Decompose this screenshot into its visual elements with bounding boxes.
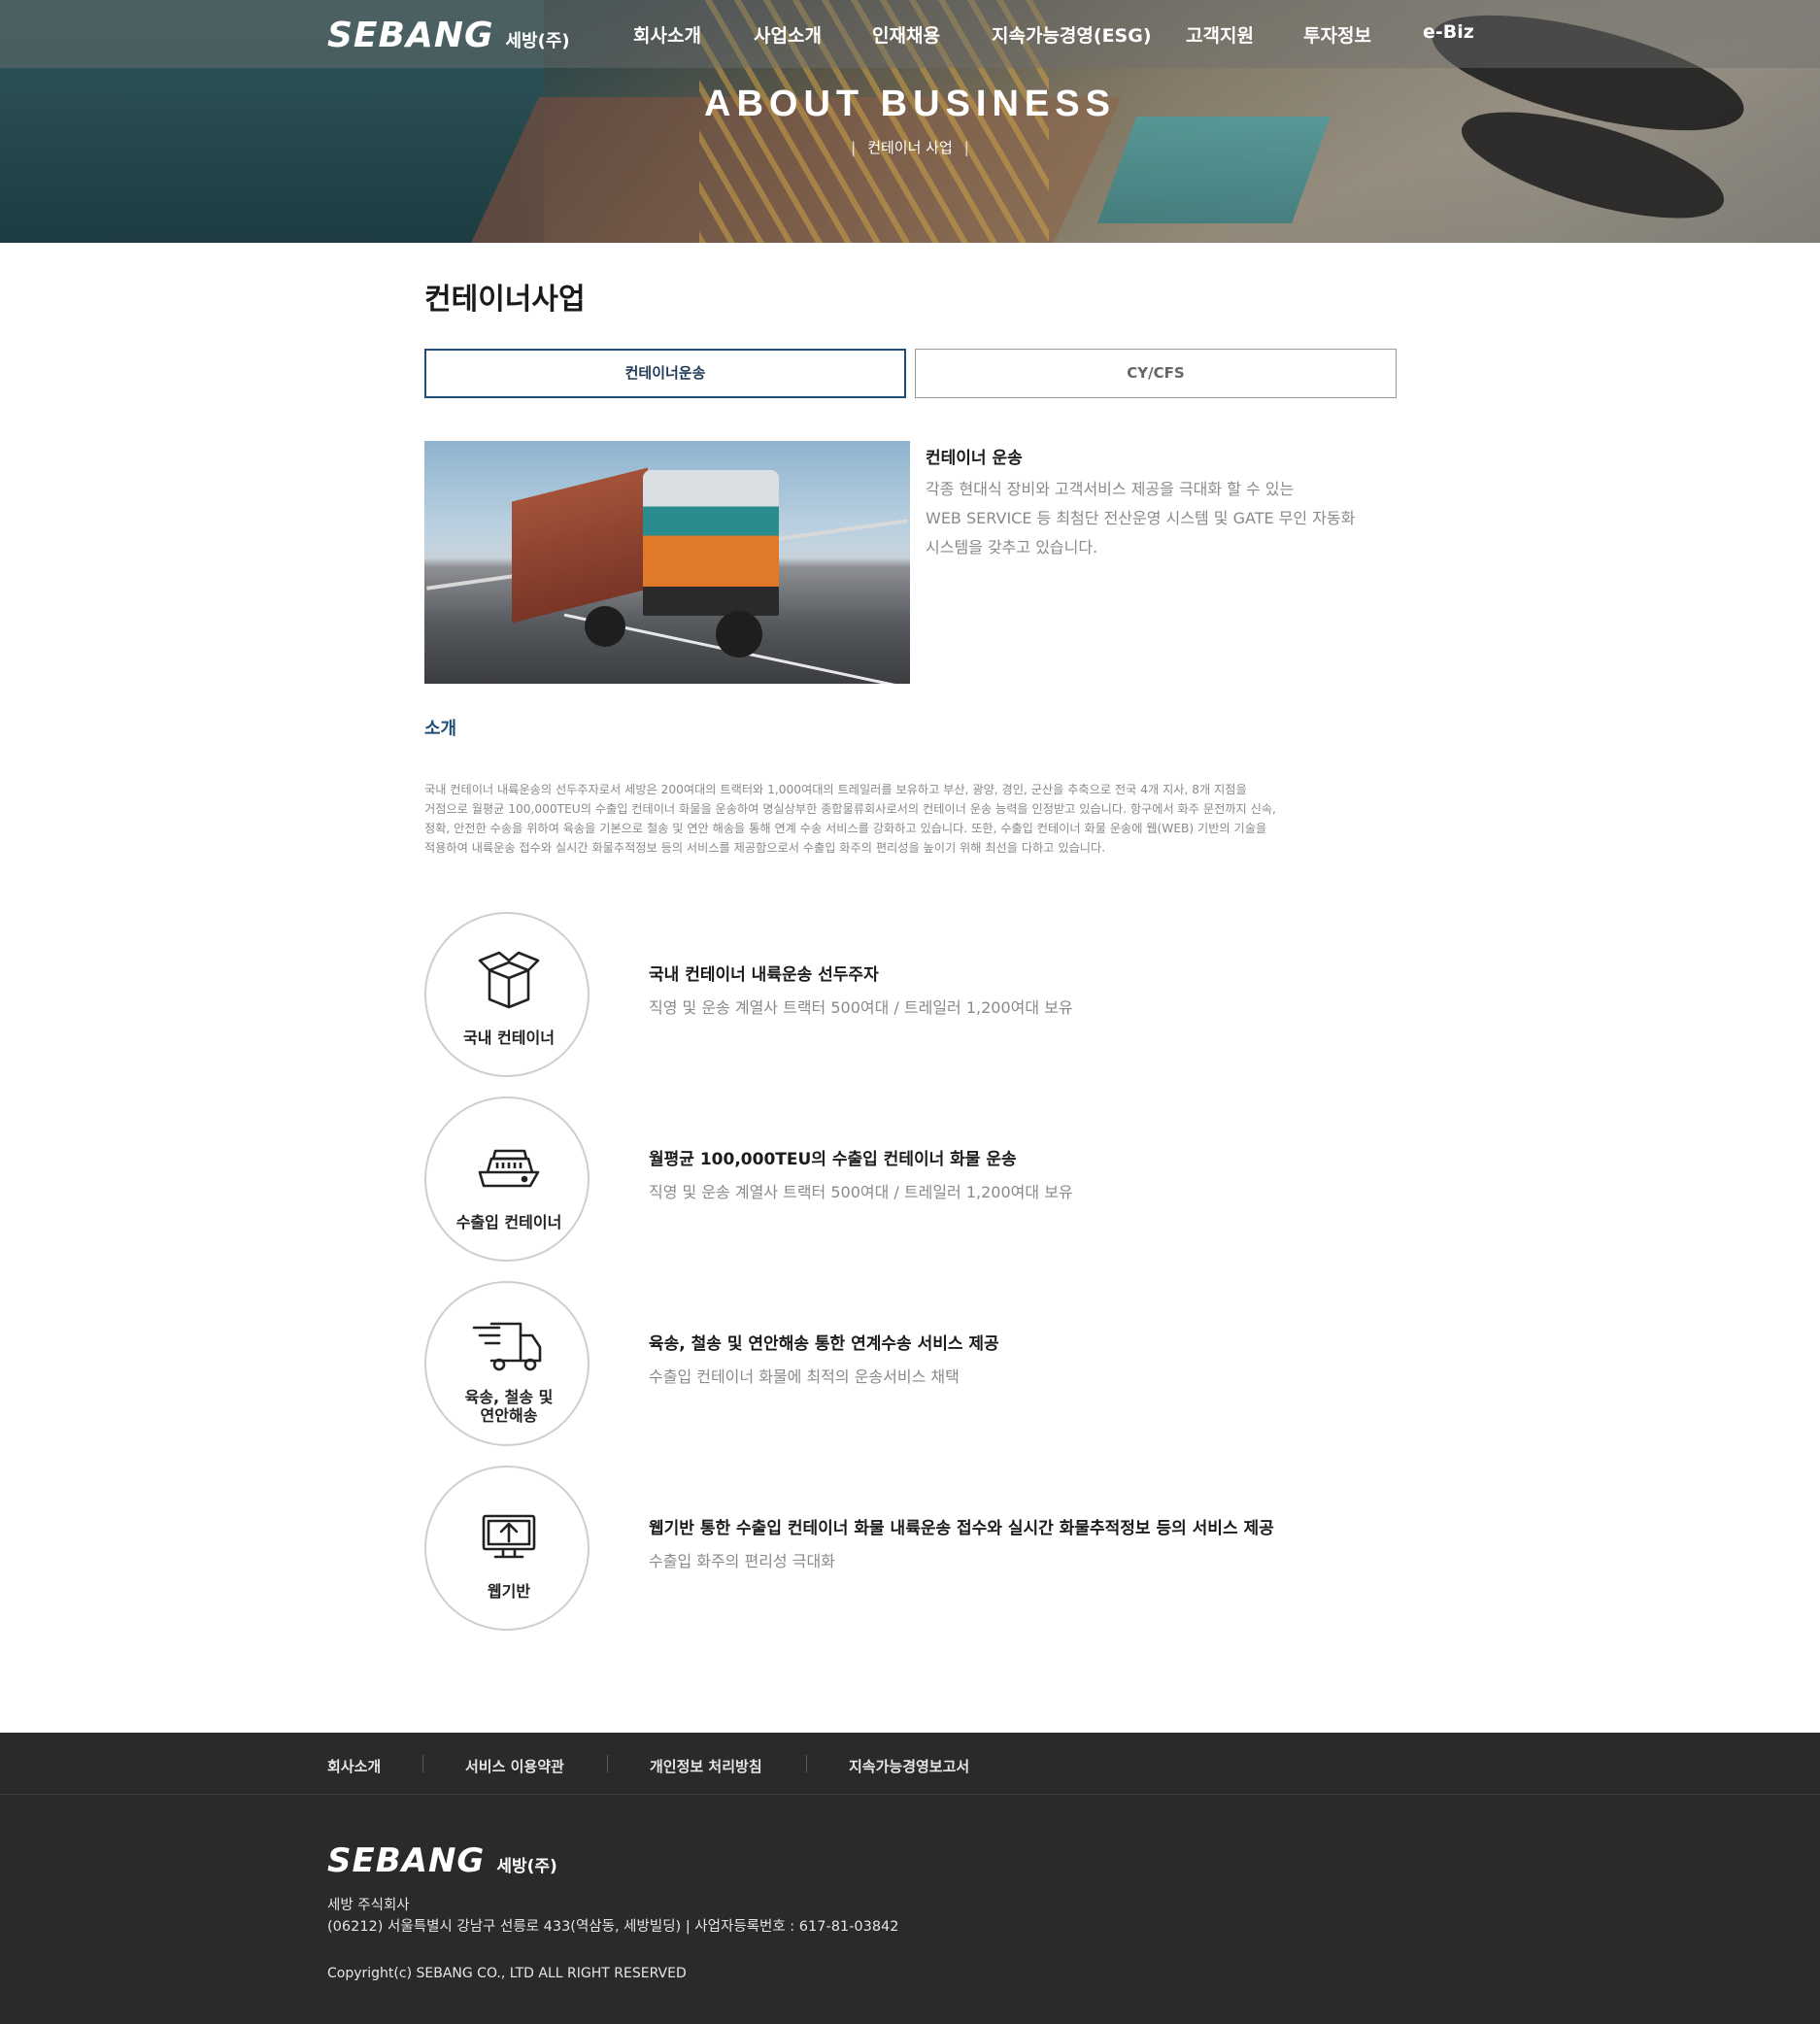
feature-circle: 수출입 컨테이너 [424, 1096, 590, 1262]
section-line: 정확, 안전한 수송을 위하여 육송을 기본으로 철송 및 연안 해송을 통해 … [424, 822, 1267, 835]
footer-link-divider [422, 1755, 423, 1772]
photo-truck-cab [643, 470, 779, 616]
intro-heading: 컨테이너 운송 [926, 449, 1023, 468]
feature-label: 육송, 철송 및 연안해송 [426, 1388, 591, 1425]
tab-container-transport[interactable]: 컨테이너운송 [424, 349, 906, 398]
hero-title: ABOUT BUSINESS [704, 84, 1116, 124]
footer-link-terms[interactable]: 서비스 이용약관 [465, 1756, 564, 1776]
section-line: 국내 컨테이너 내륙운송의 선두주자로서 세방은 200여대의 트랙터와 1,0… [424, 783, 1247, 796]
feature-item: 육송, 철송 및 연안해송 육송, 철송 및 연안해송 통한 연계수송 서비스 … [424, 1281, 1493, 1448]
feature-item: 웹기반 웹기반 통한 수출입 컨테이너 화물 내륙운송 접수와 실시간 화물추적… [424, 1466, 1493, 1633]
section-line: 거점으로 월평균 100,000TEU의 수출입 컨테이너 화물을 운송하여 명… [424, 802, 1276, 816]
section-heading: 소개 [424, 719, 457, 739]
logo-subtitle: 세방(주) [496, 1857, 557, 1876]
footer-address-block: 세방 주식회사 (06212) 서울특별시 강남구 선릉로 433(역삼동, 세… [327, 1895, 899, 1938]
feature-label-line: 연안해송 [480, 1406, 538, 1425]
main-nav: 회사소개 사업소개 인재채용 지속가능경영(ESG) 고객지원 투자정보 e-B… [0, 21, 1820, 51]
nav-item-esg[interactable]: 지속가능경영(ESG) [992, 21, 1152, 48]
hero-subtitle: 컨테이너 사업 [867, 139, 953, 156]
monitor-upload-icon [482, 1514, 536, 1559]
footer-link-privacy[interactable]: 개인정보 처리방침 [650, 1756, 762, 1776]
feature-item: 수출입 컨테이너 월평균 100,000TEU의 수출입 컨테이너 화물 운송 … [424, 1096, 1493, 1264]
feature-desc: 직영 및 운송 계열사 트랙터 500여대 / 트레일러 1,200여대 보유 [649, 1183, 1073, 1201]
breadcrumb-divider: | [851, 139, 857, 156]
nav-item-company[interactable]: 회사소개 [633, 21, 701, 48]
footer-company-name: 세방 주식회사 [327, 1898, 410, 1913]
feature-title: 월평균 100,000TEU의 수출입 컨테이너 화물 운송 [649, 1150, 1017, 1169]
feature-circle: 육송, 철송 및 연안해송 [424, 1281, 590, 1446]
box-icon [478, 951, 540, 1009]
footer-link-divider [607, 1755, 608, 1772]
footer-address: (06212) 서울특별시 강남구 선릉로 433(역삼동, 세방빌딩) | 사… [327, 1919, 899, 1935]
tab-cy-cfs[interactable]: CY/CFS [915, 349, 1397, 398]
footer-logo: SEBANG 세방(주) [327, 1841, 557, 1880]
feature-label: 수출입 컨테이너 [455, 1213, 562, 1231]
photo-wheel [716, 611, 762, 658]
intro-text: 각종 현대식 장비와 고객서비스 제공을 극대화 할 수 있는 WEB SERV… [926, 475, 1392, 562]
footer-link-company[interactable]: 회사소개 [327, 1756, 381, 1776]
intro-line: 각종 현대식 장비와 고객서비스 제공을 극대화 할 수 있는 [926, 480, 1295, 498]
feature-desc: 직영 및 운송 계열사 트랙터 500여대 / 트레일러 1,200여대 보유 [649, 998, 1073, 1017]
feature-item: 국내 컨테이너 국내 컨테이너 내륙운송 선두주자 직영 및 운송 계열사 트랙… [424, 912, 1493, 1079]
feature-desc: 수출입 화주의 편리성 극대화 [649, 1552, 835, 1570]
feature-title: 육송, 철송 및 연안해송 통한 연계수송 서비스 제공 [649, 1334, 999, 1354]
hero-banner: SEBANG 세방(주) 회사소개 사업소개 인재채용 지속가능경영(ESG) … [0, 0, 1820, 243]
feature-title: 웹기반 통한 수출입 컨테이너 화물 내륙운송 접수와 실시간 화물추적정보 등… [649, 1519, 1274, 1538]
section-text: 국내 컨테이너 내륙운송의 선두주자로서 세방은 200여대의 트랙터와 1,0… [424, 780, 1396, 858]
feature-circle: 국내 컨테이너 [424, 912, 590, 1077]
breadcrumb-divider: | [963, 139, 969, 156]
photo-container-trailer [512, 467, 648, 624]
container-truck-photo [424, 441, 910, 684]
hero-warehouse-image [1096, 117, 1331, 223]
page-title: 컨테이너사업 [424, 283, 586, 317]
feature-label: 국내 컨테이너 [463, 1029, 555, 1047]
nav-item-investor[interactable]: 투자정보 [1303, 21, 1371, 48]
feature-title: 국내 컨테이너 내륙운송 선두주자 [649, 965, 879, 985]
section-line: 적용하여 내륙운송 접수와 실시간 화물추적정보 등의 서비스를 제공함으로서 … [424, 841, 1106, 855]
footer-copyright: Copyright(c) SEBANG CO., LTD ALL RIGHT R… [327, 1966, 687, 1981]
nav-item-support[interactable]: 고객지원 [1186, 21, 1254, 48]
logo-wordmark: SEBANG [327, 1841, 486, 1880]
footer-link-divider [806, 1755, 807, 1772]
nav-item-careers[interactable]: 인재채용 [872, 21, 940, 48]
truck-icon [472, 1322, 542, 1371]
feature-circle: 웹기반 [424, 1466, 590, 1631]
footer-links: 회사소개 서비스 이용약관 개인정보 처리방침 지속가능경영보고서 [0, 1733, 1820, 1795]
feature-desc: 수출입 컨테이너 화물에 최적의 운송서비스 채택 [649, 1367, 960, 1386]
photo-wheel [585, 606, 625, 647]
intro-line: 시스템을 갖추고 있습니다. [926, 538, 1098, 557]
ship-icon [478, 1149, 540, 1188]
feature-label-line: 육송, 철송 및 [464, 1388, 554, 1406]
feature-label: 웹기반 [487, 1582, 531, 1601]
nav-item-ebiz[interactable]: e-Biz [1423, 21, 1474, 43]
hero-breadcrumb: | 컨테이너 사업 | [0, 137, 1820, 157]
footer-link-sustainability[interactable]: 지속가능경영보고서 [849, 1756, 969, 1776]
intro-line: WEB SERVICE 등 최첨단 전산운영 시스템 및 GATE 무인 자동화 [926, 509, 1356, 527]
nav-item-business[interactable]: 사업소개 [754, 21, 822, 48]
footer: 회사소개 서비스 이용약관 개인정보 처리방침 지속가능경영보고서 SEBANG… [0, 1733, 1820, 2024]
